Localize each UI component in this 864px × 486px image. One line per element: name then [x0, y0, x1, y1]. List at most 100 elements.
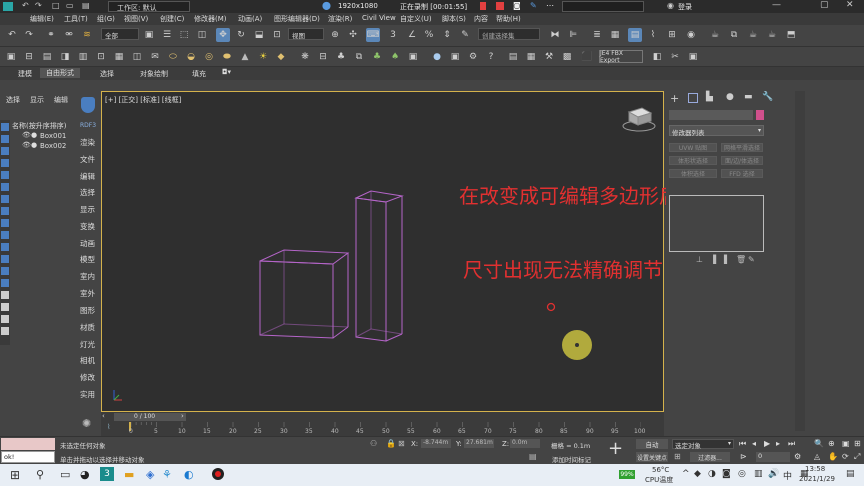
tool-icon-10[interactable]: ❋	[298, 50, 312, 64]
filter-icon-14[interactable]	[1, 279, 9, 287]
list-item[interactable]: 👁 ● Box001	[10, 131, 76, 141]
close-icon[interactable]: ✕	[846, 0, 854, 10]
sun-icon[interactable]: ☀	[256, 50, 270, 64]
tool-icon-19[interactable]: ⚒	[542, 50, 556, 64]
command-edit[interactable]: 编辑	[80, 171, 95, 182]
modifier-list-dropdown[interactable]: 修改器列表 ▾	[669, 125, 764, 137]
tool-icon-12[interactable]: ♣	[334, 50, 348, 64]
object-color-swatch[interactable]	[756, 110, 764, 120]
show-end-result-icon[interactable]: ▐	[710, 255, 716, 264]
key-filter-icon[interactable]: ⊞	[674, 452, 681, 461]
shape-select-button[interactable]: 体形状选择	[669, 156, 717, 165]
tool-icon-11[interactable]: ⊟	[316, 50, 330, 64]
filter-icon-1[interactable]	[1, 123, 9, 131]
sphere-icon[interactable]: ⬭	[166, 50, 180, 64]
create-tab-icon[interactable]: +	[670, 92, 679, 105]
filter-icon-4[interactable]	[1, 159, 9, 167]
tool-icon-1[interactable]: ▣	[4, 50, 18, 64]
command-render[interactable]: 渲染	[80, 137, 95, 148]
app-icon-blue[interactable]: ◈	[146, 468, 154, 481]
volume-icon[interactable]: 🔊	[768, 469, 779, 479]
undo-icon[interactable]: ↶	[22, 1, 29, 10]
filter-icon-7[interactable]	[1, 195, 9, 203]
rendered-frame-icon[interactable]: ⧉	[727, 28, 741, 42]
command-select[interactable]: 选择	[80, 187, 95, 198]
globe-icon[interactable]: ●	[430, 50, 444, 64]
next-frame-icon[interactable]: ▸	[776, 439, 780, 448]
tool-icon-8[interactable]: ◫	[130, 50, 144, 64]
menu-scripting[interactable]: 脚本(S)	[442, 14, 466, 24]
command-lights[interactable]: 灯光	[80, 339, 95, 350]
menu-content[interactable]: 内容	[474, 14, 488, 24]
select-object-icon[interactable]: ▣	[142, 28, 156, 42]
cone-icon[interactable]: ⬬	[220, 50, 234, 64]
file-explorer-icon[interactable]: ▬	[124, 468, 134, 481]
configure-sets-icon[interactable]: ✎	[748, 255, 755, 264]
ribbon-tab-modeling[interactable]: 建模	[18, 69, 32, 79]
time-slider-thumb[interactable]: 0 / 100	[114, 413, 186, 421]
fbx-export-button[interactable]: JE4 FBX Export	[599, 50, 643, 64]
set-key-button[interactable]: 设置关键点	[636, 452, 668, 462]
hemisphere-icon[interactable]: ◒	[184, 50, 198, 64]
slider-left-icon[interactable]: ‹	[102, 412, 105, 420]
tool-icon-2[interactable]: ⊟	[22, 50, 36, 64]
login-label[interactable]: 登录	[678, 2, 692, 12]
schematic-view-icon[interactable]: ⊞	[665, 28, 679, 42]
isolate-selection-icon[interactable]: ⚇	[370, 439, 377, 448]
tree-icon[interactable]: ♣	[370, 50, 384, 64]
zoom-extents-all-icon[interactable]: ⊞	[854, 439, 861, 448]
prev-frame-icon[interactable]: ◂	[752, 439, 756, 448]
goto-start-icon[interactable]: ⏮	[739, 439, 746, 449]
ribbon-tab-populate[interactable]: 填充	[192, 69, 206, 79]
battery-badge[interactable]: 99%	[619, 470, 635, 479]
tool-icon-3[interactable]: ▤	[40, 50, 54, 64]
network-icon[interactable]: ▥	[754, 469, 763, 479]
pan-icon[interactable]: ✋	[828, 452, 838, 461]
panel-scrollbar[interactable]	[795, 91, 805, 431]
command-modify[interactable]: 修改	[80, 372, 95, 383]
zoom-icon[interactable]: 🔍	[814, 439, 824, 448]
tray-app-icon-4[interactable]: ◎	[738, 469, 746, 479]
ribbon-options-icon[interactable]: ◘▾	[222, 68, 231, 76]
align-icon[interactable]: ⊫	[566, 28, 580, 42]
fov-icon[interactable]: ◬	[814, 452, 820, 461]
torus-icon[interactable]: ◎	[202, 50, 216, 64]
toggle-ribbon-icon[interactable]: ▦	[608, 28, 622, 42]
key-mode-dropdown[interactable]: 选定对象 ▾	[672, 439, 734, 450]
key-mode-toggle-icon[interactable]: ⊳	[740, 452, 747, 461]
keyboard-shortcut-icon[interactable]: ⌨	[366, 28, 380, 42]
filter-icon-6[interactable]	[1, 183, 9, 191]
tool-icon-13[interactable]: ⧉	[352, 50, 366, 64]
menu-graph-editors[interactable]: 图形编辑器(D)	[274, 14, 320, 24]
notification-icon[interactable]: ▤	[846, 469, 855, 479]
recorder-icon[interactable]	[212, 468, 224, 480]
volume-select-button[interactable]: 体积选择	[669, 169, 717, 178]
filter-icon-2[interactable]	[1, 135, 9, 143]
edit-named-selection-icon[interactable]: ✎	[458, 28, 472, 42]
tool-icon-16[interactable]: ⚙	[466, 50, 480, 64]
unlink-icon[interactable]: ⚮	[62, 28, 76, 42]
save-icon[interactable]: ▤	[82, 1, 90, 10]
tencent-icon[interactable]: ⚘	[162, 468, 172, 481]
filter-icon-3[interactable]	[1, 147, 9, 155]
viewport[interactable]: [+] [正交] [标准] [线框] 在改变成可编辑多边形后， 尺寸出现无法精确…	[101, 91, 699, 412]
tool-icon-18[interactable]: ▦	[524, 50, 538, 64]
tray-app-icon[interactable]: ◆	[694, 469, 701, 479]
filter-icon-11[interactable]	[1, 243, 9, 251]
menu-create[interactable]: 创建(C)	[160, 14, 184, 24]
menu-civil-view[interactable]: Civil View	[362, 14, 396, 22]
tray-expand-icon[interactable]: ^	[682, 469, 690, 479]
utilities-tab-icon[interactable]: 🔧	[762, 92, 773, 102]
filter-icon-13[interactable]	[1, 267, 9, 275]
place-icon[interactable]: ⊡	[270, 28, 284, 42]
modifier-stack[interactable]	[669, 195, 764, 252]
maximize-icon[interactable]: ▢	[820, 0, 829, 10]
menu-edit[interactable]: 编辑(E)	[30, 14, 54, 24]
set-key-plus-icon[interactable]: +	[608, 440, 623, 458]
open-icon[interactable]: ▭	[66, 1, 74, 10]
render-online-icon[interactable]: ⬒	[784, 28, 798, 42]
tool-icon-21[interactable]: ⬛	[580, 50, 594, 64]
uvw-map-button[interactable]: UVW 贴图	[669, 143, 717, 152]
command-display[interactable]: 显示	[80, 204, 95, 215]
ribbon-tab-selection[interactable]: 选择	[100, 69, 114, 79]
